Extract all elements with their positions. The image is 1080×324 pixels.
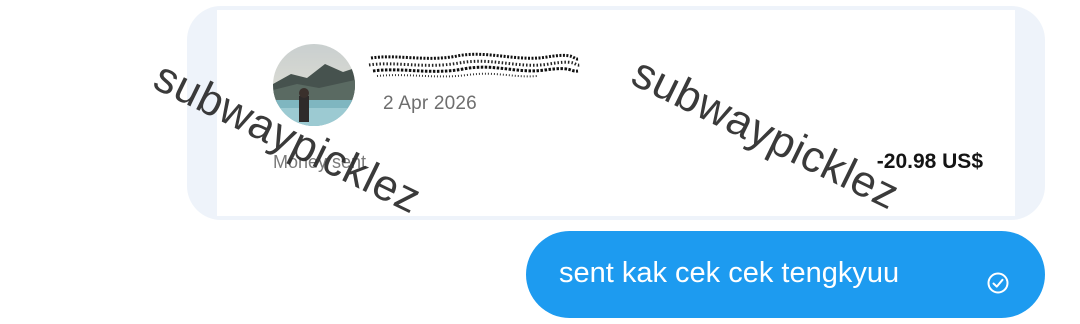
transaction-date: 2 Apr 2026 [383,93,477,114]
chat-screen: 2 Apr 2026 Money sent -20.98 US$ subwayp… [0,0,1080,324]
sent-message-bubble[interactable]: sent kak cek cek tengkyuu [526,231,1045,318]
profile-photo-icon [273,44,355,126]
shared-transaction-bubble[interactable]: 2 Apr 2026 Money sent -20.98 US$ [187,6,1045,220]
avatar[interactable] [273,44,355,126]
read-receipt-check-icon [986,271,1010,295]
message-text: sent kak cek cek tengkyuu [559,257,900,289]
transaction-type-label: Money sent [273,152,367,172]
transaction-card[interactable]: 2 Apr 2026 Money sent -20.98 US$ [217,10,1015,216]
transaction-amount: -20.98 US$ [876,150,983,173]
redacted-name-icon [367,52,582,80]
